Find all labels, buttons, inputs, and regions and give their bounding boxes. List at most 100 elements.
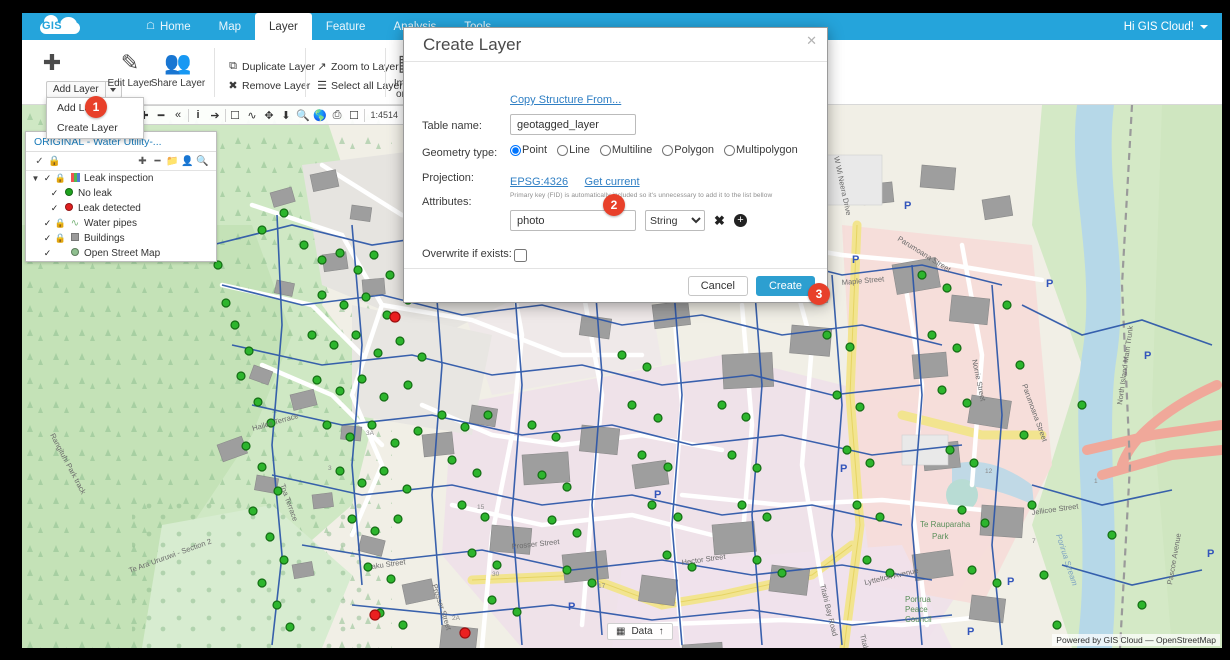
person-icon[interactable]: 👤 (180, 156, 195, 167)
radio-line[interactable]: Line (557, 144, 590, 156)
layer-visibility-check[interactable]: ✓ (48, 188, 61, 199)
toolbar-divider-3 (363, 108, 365, 122)
layer-visibility-check[interactable]: ✓ (48, 203, 61, 214)
radio-polygon-input[interactable] (662, 144, 674, 156)
svg-text:P: P (967, 626, 974, 638)
plus-circle-icon[interactable]: + (733, 214, 747, 227)
radio-point-input[interactable] (510, 144, 521, 156)
export-icon[interactable]: ☐ (346, 106, 363, 124)
folder-icon[interactable]: 📁 (165, 156, 180, 167)
search-zoom-icon[interactable]: 🔍 (295, 106, 312, 124)
radio-point[interactable]: Point (510, 144, 547, 156)
square-icon (67, 233, 83, 244)
step-badge-2: 2 (603, 194, 625, 216)
search-icon[interactable]: 🔍 (195, 156, 210, 167)
layer-visibility-check[interactable]: ✓ (41, 173, 54, 184)
menu-item-create-layer[interactable]: Create Layer (47, 118, 143, 138)
projection-value-link[interactable]: EPSG:4326 (510, 176, 568, 188)
window-frame-left (0, 0, 22, 660)
check-icon[interactable]: ✓ (32, 156, 47, 167)
radio-polygon-label: Polygon (674, 144, 714, 156)
share-layer-button[interactable]: 👥 Share Layer (148, 48, 208, 89)
chevron-down-icon[interactable]: ▼ (30, 174, 41, 183)
cancel-button[interactable]: Cancel (687, 276, 748, 296)
people-icon: 👥 (164, 50, 192, 75)
lock-icon[interactable]: 🔒 (54, 233, 67, 244)
svg-text:Peace: Peace (905, 605, 928, 614)
add-layer-button[interactable]: ✚ (22, 48, 82, 78)
select-box-icon[interactable]: ☐ (227, 106, 244, 124)
data-bar[interactable]: ▦ Data ↑ (607, 623, 673, 640)
overwrite-label: Overwrite if exists: (422, 248, 512, 260)
layer-row-water-pipes[interactable]: ✓ 🔒 ∿ Water pipes (26, 216, 216, 231)
table-name-input[interactable] (510, 114, 636, 135)
back-icon[interactable]: « (170, 106, 187, 124)
upload-icon[interactable]: ↑ (659, 626, 664, 637)
duplicate-layer-button[interactable]: ⧉ Duplicate Layer (224, 60, 315, 73)
layer-name: Water pipes (84, 218, 137, 229)
lock-icon[interactable]: 🔒 (54, 173, 67, 184)
lock-icon[interactable]: 🔒 (47, 156, 62, 167)
dialog-title: Create Layer (423, 35, 522, 54)
download-icon[interactable]: ⬇ (278, 106, 295, 124)
close-icon[interactable]: ✕ (806, 33, 817, 49)
layer-visibility-check[interactable]: ✓ (41, 218, 54, 229)
dialog-footer: Cancel Create (404, 268, 827, 302)
minus-icon[interactable]: ━ (150, 156, 165, 167)
layer-visibility-check[interactable]: ✓ (41, 233, 54, 244)
zoom-out-icon[interactable]: ━ (153, 106, 170, 124)
tab-feature[interactable]: Feature (312, 13, 380, 40)
add-layer-split-label: Add Layer (53, 84, 99, 95)
layer-panel-toolbar: ✓ 🔒 ✚ ━ 📁 👤 🔍 (26, 152, 216, 171)
radio-point-label: Point (522, 144, 548, 156)
tab-home-label: Home (159, 20, 191, 33)
globe-dot-icon (67, 248, 83, 259)
create-button[interactable]: Create (755, 276, 815, 296)
layer-row-open-street-map[interactable]: ✓ Open Street Map (26, 246, 216, 261)
copy-structure-link[interactable]: Copy Structure From... (510, 94, 621, 106)
tab-map[interactable]: Map (205, 13, 255, 40)
overwrite-checkbox[interactable] (514, 249, 527, 262)
layer-row-buildings[interactable]: ✓ 🔒 Buildings (26, 231, 216, 246)
layer-row-leak-inspection[interactable]: ▼ ✓ 🔒 Leak inspection (26, 171, 216, 186)
layer-name: Buildings (84, 233, 125, 244)
lock-icon[interactable]: 🔒 (54, 218, 67, 229)
x-icon[interactable]: ✖ (714, 213, 725, 229)
info-icon[interactable]: i (190, 106, 207, 124)
window-frame-top (0, 0, 1230, 13)
home-icon: ☖ (146, 21, 155, 32)
radio-multiline-input[interactable] (599, 144, 611, 156)
globe-icon[interactable]: 🌎 (312, 106, 329, 124)
svg-text:P: P (654, 489, 661, 501)
pointer-icon[interactable]: ➔ (207, 106, 224, 124)
attributes-label: Attributes: (422, 196, 472, 208)
duplicate-icon: ⧉ (229, 60, 237, 72)
plus-icon[interactable]: ✚ (135, 156, 150, 167)
toolbar-divider-2 (224, 108, 226, 122)
layer-visibility-check[interactable]: ✓ (41, 248, 54, 259)
tab-layer[interactable]: Layer (255, 13, 312, 40)
remove-layer-button[interactable]: ✖ Remove Layer (224, 79, 310, 93)
step-badge-3: 3 (808, 283, 830, 305)
svg-text:15: 15 (477, 504, 485, 511)
svg-text:P: P (852, 254, 859, 266)
attribute-type-select[interactable]: String (645, 210, 705, 231)
line-icon: ∿ (70, 218, 80, 229)
layer-row-leak-detected[interactable]: ✓ Leak detected (26, 201, 216, 216)
radio-multipolygon[interactable]: Multipolygon (724, 144, 798, 156)
radio-polygon[interactable]: Polygon (662, 144, 714, 156)
radio-line-label: Line (569, 144, 590, 156)
get-current-projection-link[interactable]: Get current (585, 176, 640, 188)
layer-row-no-leak[interactable]: ✓ No leak (26, 186, 216, 201)
pan-icon[interactable]: ✥ (261, 106, 278, 124)
tab-home[interactable]: ☖ Home (132, 13, 205, 40)
svg-text:P: P (1207, 548, 1214, 560)
radio-multiline[interactable]: Multiline (599, 144, 652, 156)
radio-multipolygon-input[interactable] (724, 144, 735, 156)
svg-text:17: 17 (598, 583, 606, 590)
radio-line-input[interactable] (557, 144, 569, 156)
user-menu[interactable]: Hi GIS Cloud! (1124, 13, 1208, 40)
svg-text:P: P (1144, 350, 1151, 362)
measure-icon[interactable]: ∿ (244, 106, 261, 124)
print-icon[interactable]: ⎙ (329, 106, 346, 124)
